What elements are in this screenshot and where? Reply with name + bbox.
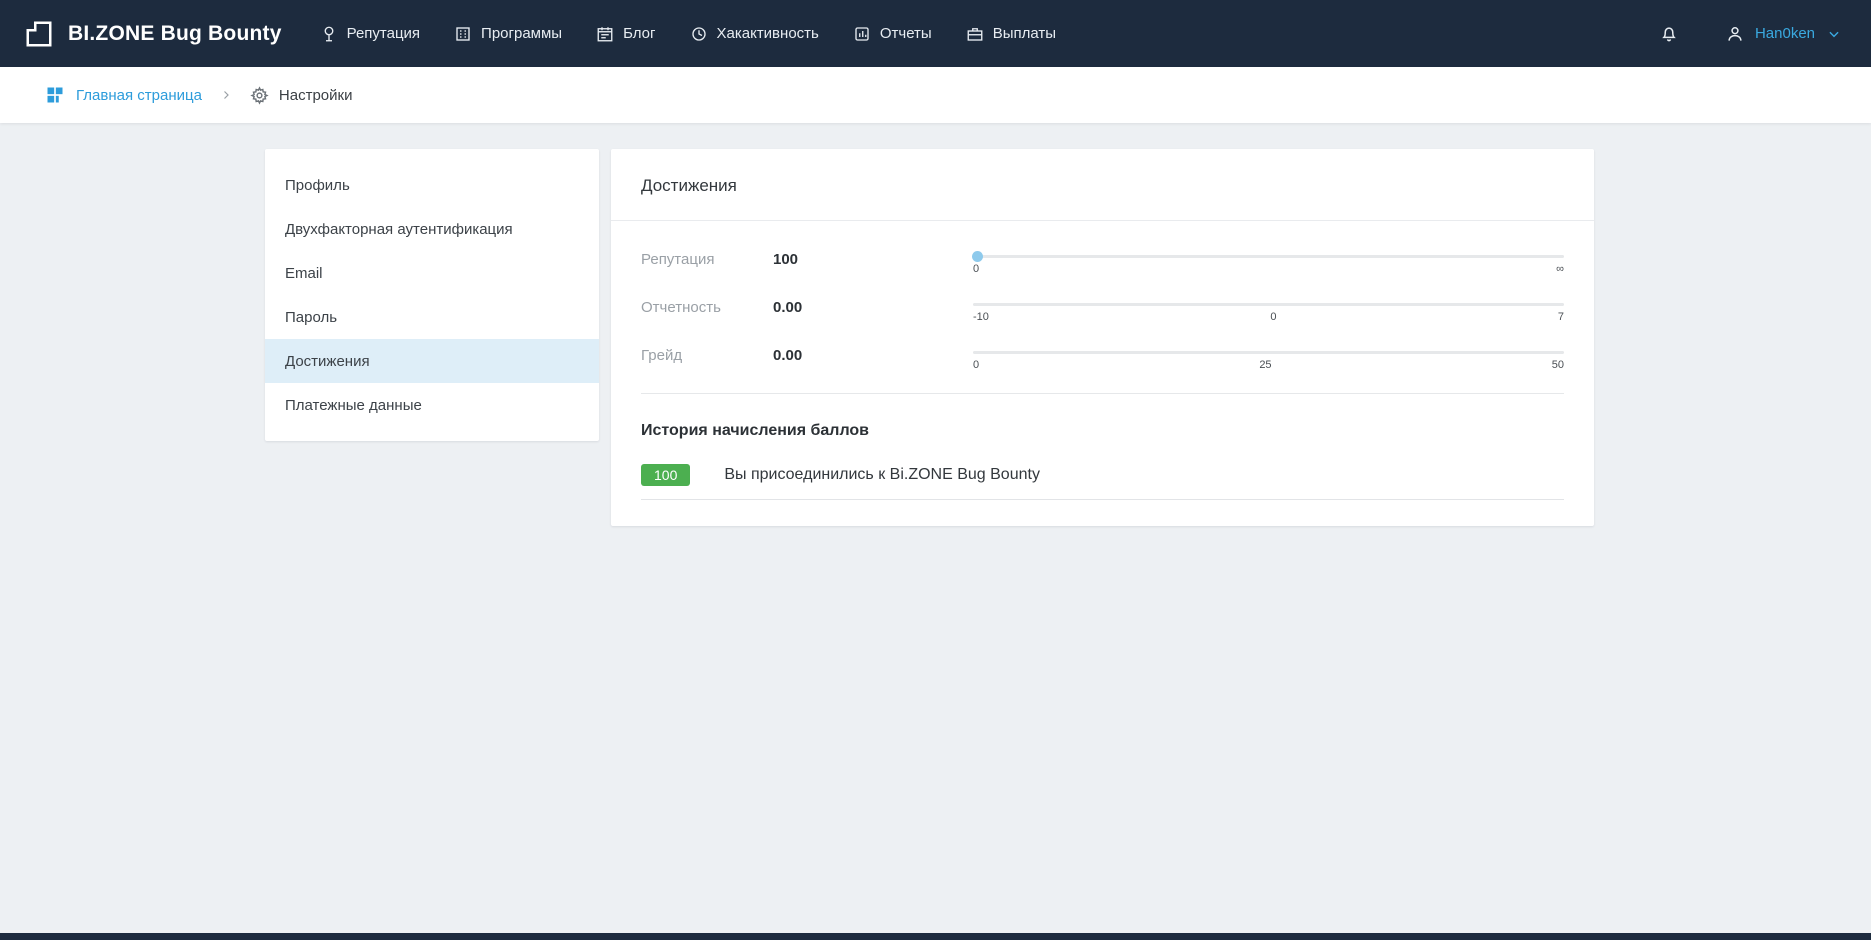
settings-menu-item-2fa[interactable]: Двухфакторная аутентификация — [265, 207, 599, 251]
top-header: BI.ZONE Bug Bounty Репутация Программы — [0, 0, 1871, 67]
metric-label: Репутация — [641, 249, 773, 268]
nav-item-blog[interactable]: Блог — [596, 25, 655, 43]
user-avatar-icon — [1725, 24, 1745, 44]
notifications-bell-icon[interactable] — [1659, 24, 1679, 44]
main-nav: Репутация Программы Блог — [320, 25, 1090, 43]
breadcrumb-home-label: Главная страница — [76, 87, 202, 104]
metric-label: Грейд — [641, 345, 773, 364]
history-entry: 100 Вы присоединились к Bi.ZONE Bug Boun… — [641, 464, 1564, 500]
scale-mid: 25 — [1259, 359, 1271, 371]
achievements-card: Достижения Репутация 100 0 ∞ — [611, 149, 1594, 526]
achievements-metrics: Репутация 100 0 ∞ Отчетность 0.00 — [611, 221, 1594, 400]
nav-label: Блог — [623, 25, 655, 42]
scale-max: ∞ — [1556, 263, 1564, 275]
breadcrumb-home-link[interactable]: Главная страница — [45, 85, 202, 105]
breadcrumb-current: Настройки — [250, 86, 353, 105]
metric-row-reporting: Отчетность 0.00 -10 0 7 — [641, 297, 1564, 323]
scale-max: 7 — [1558, 311, 1564, 323]
blog-calendar-icon — [596, 25, 614, 43]
username: Han0ken — [1755, 25, 1815, 42]
settings-menu: Профиль Двухфакторная аутентификация Ema… — [265, 149, 599, 441]
nav-label: Отчеты — [880, 25, 932, 42]
scale-min: 0 — [973, 263, 979, 275]
scale-min: 0 — [973, 359, 979, 371]
slider-scale: 0 25 50 — [973, 359, 1564, 371]
section-divider — [641, 393, 1564, 394]
metric-value: 100 — [773, 249, 973, 268]
nav-item-programs[interactable]: Программы — [454, 25, 562, 43]
brand-name: BI.ZONE Bug Bounty — [68, 22, 282, 46]
header-right: Han0ken — [1659, 24, 1841, 44]
scale-max: 50 — [1552, 359, 1564, 371]
metric-value: 0.00 — [773, 297, 973, 316]
reports-chart-icon — [853, 25, 871, 43]
settings-menu-item-password[interactable]: Пароль — [265, 295, 599, 339]
bizone-logo-icon — [22, 17, 56, 51]
history-entry-text: Вы присоединились к Bi.ZONE Bug Bounty — [724, 466, 1040, 484]
payouts-briefcase-icon — [966, 25, 984, 43]
nav-item-reports[interactable]: Отчеты — [853, 25, 932, 43]
home-grid-icon — [45, 85, 65, 105]
metric-row-reputation: Репутация 100 0 ∞ — [641, 249, 1564, 275]
user-menu[interactable]: Han0ken — [1725, 24, 1841, 44]
slider-thumb[interactable] — [972, 251, 983, 262]
breadcrumb: Главная страница Настройки — [0, 67, 1871, 123]
metric-label: Отчетность — [641, 297, 773, 316]
hackactivity-history-icon — [690, 25, 708, 43]
scale-min: -10 — [973, 311, 989, 323]
metric-value: 0.00 — [773, 345, 973, 364]
programs-building-icon — [454, 25, 472, 43]
slider-track — [973, 351, 1564, 354]
settings-menu-item-payment[interactable]: Платежные данные — [265, 383, 599, 427]
footer-strip — [0, 933, 1871, 940]
brand[interactable]: BI.ZONE Bug Bounty — [22, 17, 282, 51]
settings-menu-item-email[interactable]: Email — [265, 251, 599, 295]
settings-menu-item-profile[interactable]: Профиль — [265, 163, 599, 207]
slider-scale: -10 0 7 — [973, 311, 1564, 323]
metric-row-grade: Грейд 0.00 0 25 50 — [641, 345, 1564, 371]
nav-item-payouts[interactable]: Выплаты — [966, 25, 1056, 43]
reporting-slider: -10 0 7 — [973, 297, 1564, 323]
slider-track — [973, 303, 1564, 306]
grade-slider: 0 25 50 — [973, 345, 1564, 371]
points-badge: 100 — [641, 464, 690, 486]
reputation-pin-icon — [320, 25, 338, 43]
main-content: Профиль Двухфакторная аутентификация Ema… — [0, 123, 1871, 526]
nav-label: Программы — [481, 25, 562, 42]
breadcrumb-chevron-icon — [220, 89, 232, 101]
scale-mid: 0 — [1270, 311, 1276, 323]
reputation-slider: 0 ∞ — [973, 249, 1564, 275]
achievements-title: Достижения — [641, 176, 737, 195]
breadcrumb-current-label: Настройки — [279, 87, 353, 104]
slider-track — [973, 255, 1564, 258]
points-history: История начисления баллов 100 Вы присоед… — [611, 400, 1594, 526]
settings-gear-icon — [250, 86, 269, 105]
nav-item-reputation[interactable]: Репутация — [320, 25, 420, 43]
settings-menu-item-achievements[interactable]: Достижения — [265, 339, 599, 383]
chevron-down-icon — [1827, 27, 1841, 41]
nav-label: Выплаты — [993, 25, 1056, 42]
achievements-header: Достижения — [611, 149, 1594, 221]
slider-scale: 0 ∞ — [973, 263, 1564, 275]
nav-label: Репутация — [347, 25, 420, 42]
nav-label: Хакактивность — [717, 25, 819, 42]
nav-item-hackactivity[interactable]: Хакактивность — [690, 25, 819, 43]
points-history-title: История начисления баллов — [641, 422, 1564, 440]
